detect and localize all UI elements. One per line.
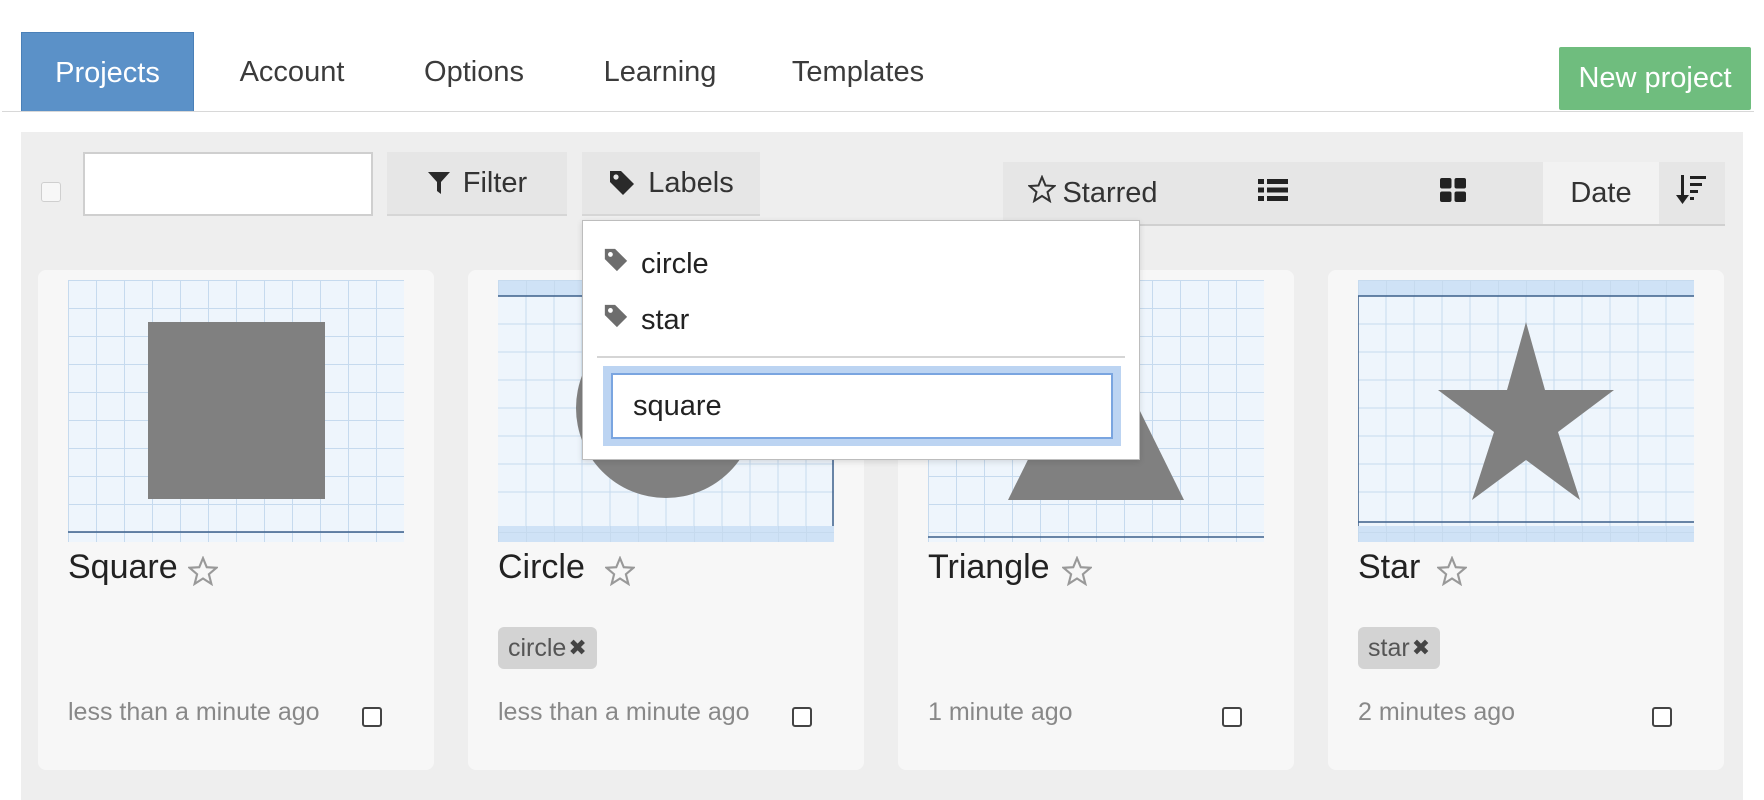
project-card[interactable]: Star star ✖ 2 minutes ago xyxy=(1328,270,1724,770)
tab-projects[interactable]: Projects xyxy=(21,32,194,112)
project-modified-time: 1 minute ago xyxy=(928,698,1073,726)
label-chip-text: star xyxy=(1368,634,1410,662)
project-title[interactable]: Circle xyxy=(498,548,585,587)
label-chip: circle ✖ xyxy=(498,627,597,669)
nav-divider xyxy=(2,111,1754,112)
tab-options[interactable]: Options xyxy=(418,32,530,112)
project-card[interactable]: Square less than a minute ago xyxy=(38,270,434,770)
label-chip-text: circle xyxy=(508,634,567,662)
sort-order-button[interactable] xyxy=(1659,162,1725,224)
remove-label-icon[interactable]: ✖ xyxy=(1412,627,1430,669)
dropdown-item-label: star xyxy=(641,303,690,336)
labels-dropdown: circle star xyxy=(582,220,1140,460)
tab-account[interactable]: Account xyxy=(230,32,354,112)
project-thumbnail xyxy=(68,280,404,542)
sort-field-label: Date xyxy=(1570,176,1632,209)
starred-toggle[interactable]: Starred xyxy=(1003,162,1183,224)
project-modified-time: less than a minute ago xyxy=(68,698,320,726)
remove-label-icon[interactable]: ✖ xyxy=(568,627,586,669)
grid-icon xyxy=(1440,177,1466,210)
project-select-checkbox[interactable] xyxy=(1222,707,1242,727)
star-outline-icon xyxy=(1027,174,1058,211)
filter-label: Filter xyxy=(462,167,528,199)
project-title[interactable]: Star xyxy=(1358,548,1420,587)
tag-icon xyxy=(603,303,629,337)
grid-view-button[interactable] xyxy=(1363,162,1543,224)
labels-label: Labels xyxy=(648,167,734,199)
list-icon xyxy=(1258,177,1288,210)
tag-icon xyxy=(608,169,636,197)
star-outline-icon[interactable] xyxy=(186,555,220,591)
square-shape xyxy=(148,322,325,499)
label-chip: star ✖ xyxy=(1358,627,1441,669)
new-project-button[interactable]: New project xyxy=(1559,47,1751,110)
top-nav: Projects Account Options Learning Templa… xyxy=(0,0,1764,112)
tag-icon xyxy=(603,247,629,281)
tab-templates[interactable]: Templates xyxy=(788,32,928,112)
sort-order-icon xyxy=(1676,173,1708,213)
new-label-input[interactable] xyxy=(611,373,1113,439)
project-title[interactable]: Square xyxy=(68,548,178,587)
dropdown-item-star[interactable]: star xyxy=(603,300,689,340)
dropdown-divider xyxy=(597,356,1125,358)
search-input[interactable] xyxy=(83,152,373,216)
filter-icon xyxy=(427,170,451,196)
project-modified-time: less than a minute ago xyxy=(498,698,750,726)
new-label-field-wrapper xyxy=(603,366,1121,446)
project-select-checkbox[interactable] xyxy=(1652,707,1672,727)
project-title[interactable]: Triangle xyxy=(928,548,1050,587)
list-view-button[interactable] xyxy=(1183,162,1363,224)
project-modified-time: 2 minutes ago xyxy=(1358,698,1516,726)
labels-button[interactable]: Labels xyxy=(582,152,760,216)
tab-learning[interactable]: Learning xyxy=(598,32,722,112)
sort-field-button[interactable]: Date xyxy=(1543,162,1659,224)
dropdown-item-circle[interactable]: circle xyxy=(603,244,709,284)
project-select-checkbox[interactable] xyxy=(792,707,812,727)
starred-label: Starred xyxy=(1062,176,1158,209)
dropdown-item-label: circle xyxy=(641,247,709,280)
star-outline-icon[interactable] xyxy=(603,555,637,591)
project-select-checkbox[interactable] xyxy=(362,707,382,727)
select-all-checkbox[interactable] xyxy=(41,182,61,202)
star-outline-icon[interactable] xyxy=(1435,555,1469,591)
project-thumbnail xyxy=(1358,280,1694,542)
star-outline-icon[interactable] xyxy=(1060,555,1094,591)
filter-button[interactable]: Filter xyxy=(387,152,567,216)
